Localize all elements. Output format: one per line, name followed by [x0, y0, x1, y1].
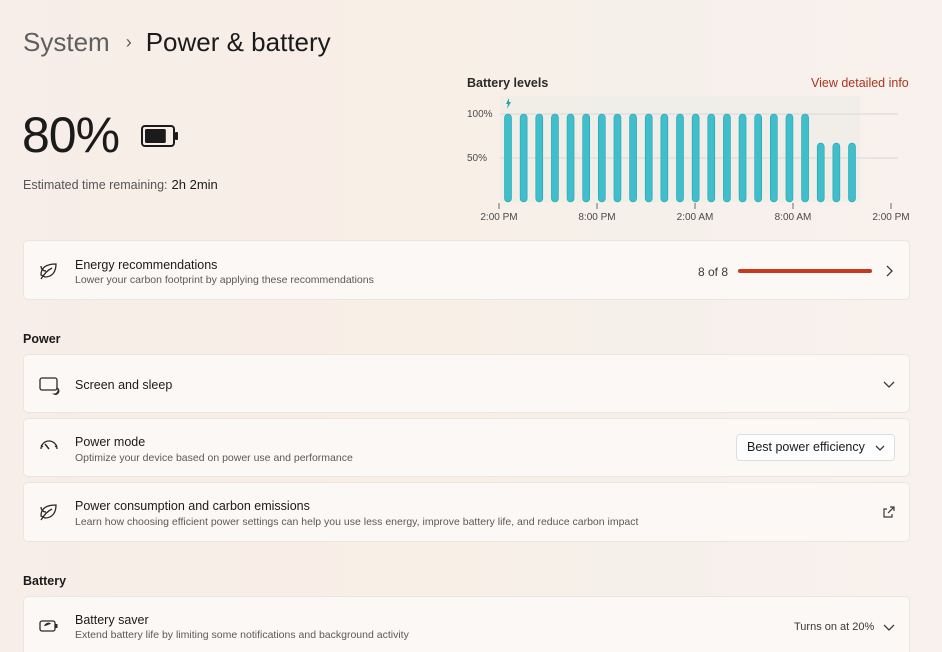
chart-xtick-label: 2:00 AM — [677, 212, 714, 223]
chart-bar — [566, 113, 575, 203]
chart-bar — [519, 113, 528, 203]
leaf-icon — [40, 504, 57, 521]
battery-section-label: Battery — [23, 574, 67, 588]
chart-bar — [770, 113, 778, 203]
battery-saver-status: Turns on at 20% — [794, 621, 875, 633]
external-link-icon — [883, 506, 895, 518]
chart-xtick-label: 8:00 AM — [775, 212, 812, 223]
chart-bar — [801, 113, 809, 203]
battery-levels-chart: 100% 50% 2:00 PM 8:00 PM 2:00 AM 8:00 AM 2:00 … — [467, 96, 910, 223]
power-section-label: Power — [23, 332, 61, 346]
gauge-icon — [40, 440, 58, 450]
battery-saver-title: Battery saver — [75, 613, 149, 627]
chart-bar — [535, 113, 544, 203]
screen-and-sleep-title: Screen and sleep — [75, 378, 173, 392]
breadcrumb: System › Power & battery — [23, 26, 331, 58]
energy-recommendations-title: Energy recommendations — [75, 258, 218, 272]
leaf-icon — [40, 263, 57, 280]
chart-bar — [738, 113, 747, 203]
estimated-time-value: 2h 2min — [171, 177, 218, 192]
chart-ytick-label: 50% — [467, 153, 487, 164]
energy-recommendations-subtitle: Lower your carbon footprint by applying … — [75, 274, 374, 286]
power-mode-subtitle: Optimize your device based on power use … — [75, 452, 353, 464]
power-mode-dropdown[interactable]: Best power efficiency — [736, 434, 895, 461]
chart-bar — [629, 113, 637, 203]
breadcrumb-system[interactable]: System — [23, 27, 110, 58]
estimated-time-label: Estimated time remaining: — [23, 178, 168, 192]
estimated-time: Estimated time remaining: 2h 2min — [23, 177, 218, 192]
power-mode-title: Power mode — [75, 435, 146, 449]
battery-saver-card[interactable]: Battery saver Extend battery life by lim… — [23, 596, 910, 652]
chevron-right-icon — [886, 265, 893, 277]
chart-bar — [613, 113, 622, 203]
chevron-down-icon — [883, 624, 895, 631]
screen-sleep-icon — [39, 377, 60, 395]
power-mode-selected: Best power efficiency — [747, 440, 865, 454]
breadcrumb-separator-icon: › — [125, 31, 132, 52]
view-detailed-info-link[interactable]: View detailed info — [811, 76, 909, 90]
chart-bar — [676, 113, 684, 203]
chart-bar — [785, 113, 794, 203]
chart-bar — [832, 142, 841, 203]
chart-xtick-label: 2:00 PM — [872, 212, 909, 223]
chart-bar — [723, 113, 731, 203]
power-consumption-card[interactable]: Power consumption and carbon emissions L… — [23, 482, 910, 542]
chart-ytick-label: 100% — [467, 109, 493, 120]
chart-bar — [707, 113, 716, 203]
power-consumption-subtitle: Learn how choosing efficient power setti… — [75, 516, 639, 528]
page-title: Power & battery — [145, 26, 331, 57]
chart-xtick-label: 8:00 PM — [578, 212, 615, 223]
chart-bar — [644, 113, 653, 203]
chart-title: Battery levels — [467, 76, 549, 90]
chevron-down-icon — [875, 445, 885, 451]
chart-bar — [848, 142, 856, 203]
battery-saver-icon — [39, 620, 58, 632]
chart-bar — [551, 113, 559, 203]
energy-recommendations-card[interactable]: Energy recommendations Lower your carbon… — [23, 240, 910, 300]
screen-and-sleep-card[interactable]: Screen and sleep — [23, 354, 910, 413]
chart-bar — [582, 113, 590, 203]
chart-bar — [660, 113, 669, 203]
recommendations-progress-fill — [738, 269, 872, 273]
chart-bar — [816, 142, 825, 203]
chart-bar — [754, 113, 762, 203]
power-consumption-title: Power consumption and carbon emissions — [75, 499, 310, 513]
battery-icon — [141, 125, 178, 147]
battery-percent: 80% — [22, 107, 120, 163]
chart-bar — [691, 113, 700, 203]
chart-bar — [598, 113, 606, 203]
chart-xtick-label: 2:00 PM — [480, 212, 517, 223]
recommendations-count: 8 of 8 — [698, 265, 729, 279]
chevron-down-icon — [883, 381, 895, 388]
battery-saver-subtitle: Extend battery life by limiting some not… — [75, 629, 409, 641]
recommendations-progress — [738, 269, 872, 273]
chart-bar — [504, 113, 512, 203]
power-mode-card: Power mode Optimize your device based on… — [23, 418, 910, 477]
